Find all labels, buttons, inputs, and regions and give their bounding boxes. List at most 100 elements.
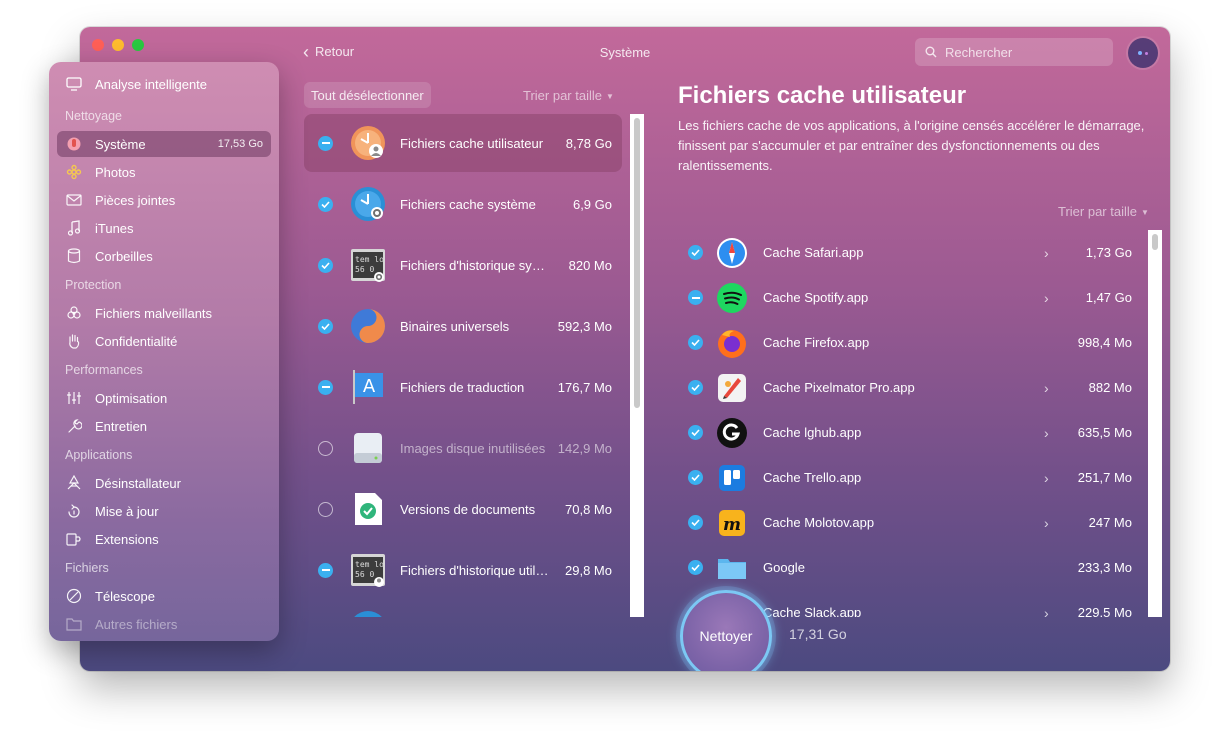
category-size: 70,8 Mo — [565, 501, 612, 517]
checkbox-checked[interactable] — [688, 515, 703, 530]
cache-item-row[interactable]: Cache Safari.app › 1,73 Go — [678, 230, 1148, 275]
svg-text:56 0: 56 0 — [355, 570, 374, 579]
cache-item-row[interactable]: Cache Trello.app › 251,7 Mo — [678, 455, 1148, 500]
category-name: Fichiers d'historique utilisateur — [400, 562, 550, 578]
back-label: Retour — [315, 44, 355, 59]
chevron-right-icon[interactable]: › — [1044, 605, 1049, 618]
checkbox-checked[interactable] — [688, 425, 703, 440]
checkbox-checked[interactable] — [688, 335, 703, 350]
search-box[interactable] — [915, 38, 1113, 66]
sidebar-item-systeme[interactable]: Système 17,53 Go — [57, 131, 271, 157]
checkbox-unchecked[interactable] — [318, 440, 333, 456]
sidebar-item-label: Corbeilles — [95, 248, 153, 264]
category-row[interactable]: Versions de documents 70,8 Mo — [304, 480, 622, 538]
checkbox-checked[interactable] — [318, 318, 333, 334]
checkbox-checked[interactable] — [688, 245, 703, 260]
sidebar-item-optimisation[interactable]: Optimisation — [57, 385, 271, 411]
chevron-right-icon[interactable]: › — [1044, 515, 1049, 531]
sidebar-item-smart-scan[interactable]: Analyse intelligente — [57, 71, 271, 97]
update-icon — [65, 502, 83, 520]
detail-sort-button[interactable]: Trier par taille ▼ — [1058, 204, 1149, 219]
chevron-right-icon[interactable]: › — [1044, 425, 1049, 441]
translation-icon: A — [349, 368, 387, 406]
cache-item-row[interactable]: Cache Spotify.app › 1,47 Go — [678, 275, 1148, 320]
cache-item-row[interactable]: Google 233,3 Mo — [678, 545, 1148, 590]
middle-scrollbar[interactable] — [630, 114, 644, 617]
checkbox-checked[interactable] — [688, 560, 703, 575]
sidebar-item-mise-a-jour[interactable]: Mise à jour — [57, 498, 271, 524]
category-size: 820 Mo — [568, 257, 612, 273]
checkbox-partial[interactable] — [318, 379, 333, 395]
checkbox-partial[interactable] — [688, 290, 703, 305]
sidebar-item-label: iTunes — [95, 220, 134, 236]
cache-item-row[interactable]: Cache lghub.app › 635,5 Mo — [678, 410, 1148, 455]
cache-item-name: Google — [763, 560, 805, 575]
monitor-icon — [65, 75, 83, 93]
detail-description: Les fichiers cache de vos applications, … — [678, 118, 1145, 173]
sidebar-item-fichiers-malveillants[interactable]: Fichiers malveillants — [57, 300, 271, 326]
sidebar-item-label: Confidentialité — [95, 333, 178, 349]
middle-sort-button[interactable]: Trier par taille ▼ — [523, 88, 614, 103]
chevron-left-icon: ‹ — [303, 41, 309, 62]
minimize-window-button[interactable] — [112, 39, 124, 51]
sidebar-item-pieces-jointes[interactable]: Pièces jointes — [57, 187, 271, 213]
sidebar-item-confidentialite[interactable]: Confidentialité — [57, 328, 271, 354]
sidebar-item-size: 17,53 Go — [217, 138, 263, 150]
category-row[interactable]: Fichiers cache utilisateur 8,78 Go — [304, 114, 622, 172]
checkbox-checked[interactable] — [318, 257, 333, 273]
user-cache-icon — [349, 124, 387, 162]
sidebar-item-photos[interactable]: Photos — [57, 159, 271, 185]
middle-scroll-thumb[interactable] — [634, 118, 640, 408]
zoom-window-button[interactable] — [132, 39, 144, 51]
category-row[interactable]: Images disque inutilisées 142,9 Mo — [304, 419, 622, 477]
category-row[interactable]: tem lo56 0 Fichiers d'historique utilisa… — [304, 541, 622, 599]
detail-scroll-thumb[interactable] — [1152, 234, 1158, 250]
sidebar-item-label: Désinstallateur — [95, 475, 181, 491]
cache-item-name: Cache lghub.app — [763, 425, 862, 440]
universal-binaries-icon — [349, 307, 387, 345]
safari-icon — [716, 237, 748, 269]
sidebar-item-telescope[interactable]: Télescope — [57, 583, 271, 609]
cache-item-name: Cache Safari.app — [763, 245, 864, 260]
checkbox-unchecked[interactable] — [318, 501, 333, 517]
sidebar-item-desinstallateur[interactable]: Désinstallateur — [57, 470, 271, 496]
category-name: Fichiers cache utilisateur — [400, 135, 544, 151]
chevron-right-icon[interactable]: › — [1044, 470, 1049, 486]
chevron-right-icon[interactable]: › — [1044, 245, 1049, 261]
deselect-all-button[interactable]: Tout désélectionner — [304, 82, 431, 108]
sidebar-item-autres-fichiers[interactable]: Autres fichiers — [57, 611, 271, 637]
sidebar-item-corbeilles[interactable]: Corbeilles — [57, 243, 271, 269]
checkbox-partial[interactable] — [318, 562, 333, 578]
category-row[interactable]: A Fichiers de traduction 176,7 Mo — [304, 358, 622, 416]
cache-item-size: 247 Mo — [1088, 515, 1132, 530]
checkbox-checked[interactable] — [688, 470, 703, 485]
chevron-right-icon[interactable]: › — [1044, 290, 1049, 306]
category-row[interactable]: Binaires universels 592,3 Mo — [304, 297, 622, 355]
checkbox-partial[interactable] — [318, 135, 333, 151]
cache-item-row[interactable]: Cache Firefox.app 998,4 Mo — [678, 320, 1148, 365]
category-name: Fichiers de traduction — [400, 379, 525, 395]
next-item-icon — [349, 611, 387, 617]
uninstaller-icon — [65, 474, 83, 492]
detail-scrollbar[interactable] — [1148, 230, 1162, 617]
svg-text:tem lo: tem lo — [355, 255, 384, 264]
sidebar-item-itunes[interactable]: iTunes — [57, 215, 271, 241]
close-window-button[interactable] — [92, 39, 104, 51]
cache-item-size: 233,3 Mo — [1077, 560, 1132, 575]
clean-button[interactable]: Nettoyer — [680, 590, 772, 671]
checkbox-checked[interactable] — [688, 380, 703, 395]
assistant-button[interactable] — [1128, 38, 1158, 68]
back-button[interactable]: ‹ Retour — [303, 41, 355, 62]
search-input[interactable] — [945, 44, 1105, 60]
cache-item-name: Cache Slack.app — [763, 605, 862, 617]
wrench-icon — [65, 417, 83, 435]
checkbox-checked[interactable] — [318, 196, 333, 212]
cache-item-row[interactable]: m Cache Molotov.app › 247 Mo — [678, 500, 1148, 545]
category-row[interactable]: Fichiers cache système 6,9 Go — [304, 175, 622, 233]
sidebar-item-extensions[interactable]: Extensions — [57, 526, 271, 552]
chevron-right-icon[interactable]: › — [1044, 380, 1049, 396]
mail-icon — [65, 191, 83, 209]
sidebar-item-entretien[interactable]: Entretien — [57, 413, 271, 439]
cache-item-row[interactable]: Cache Pixelmator Pro.app › 882 Mo — [678, 365, 1148, 410]
category-row[interactable]: tem lo56 0 Fichiers d'historique système… — [304, 236, 622, 294]
